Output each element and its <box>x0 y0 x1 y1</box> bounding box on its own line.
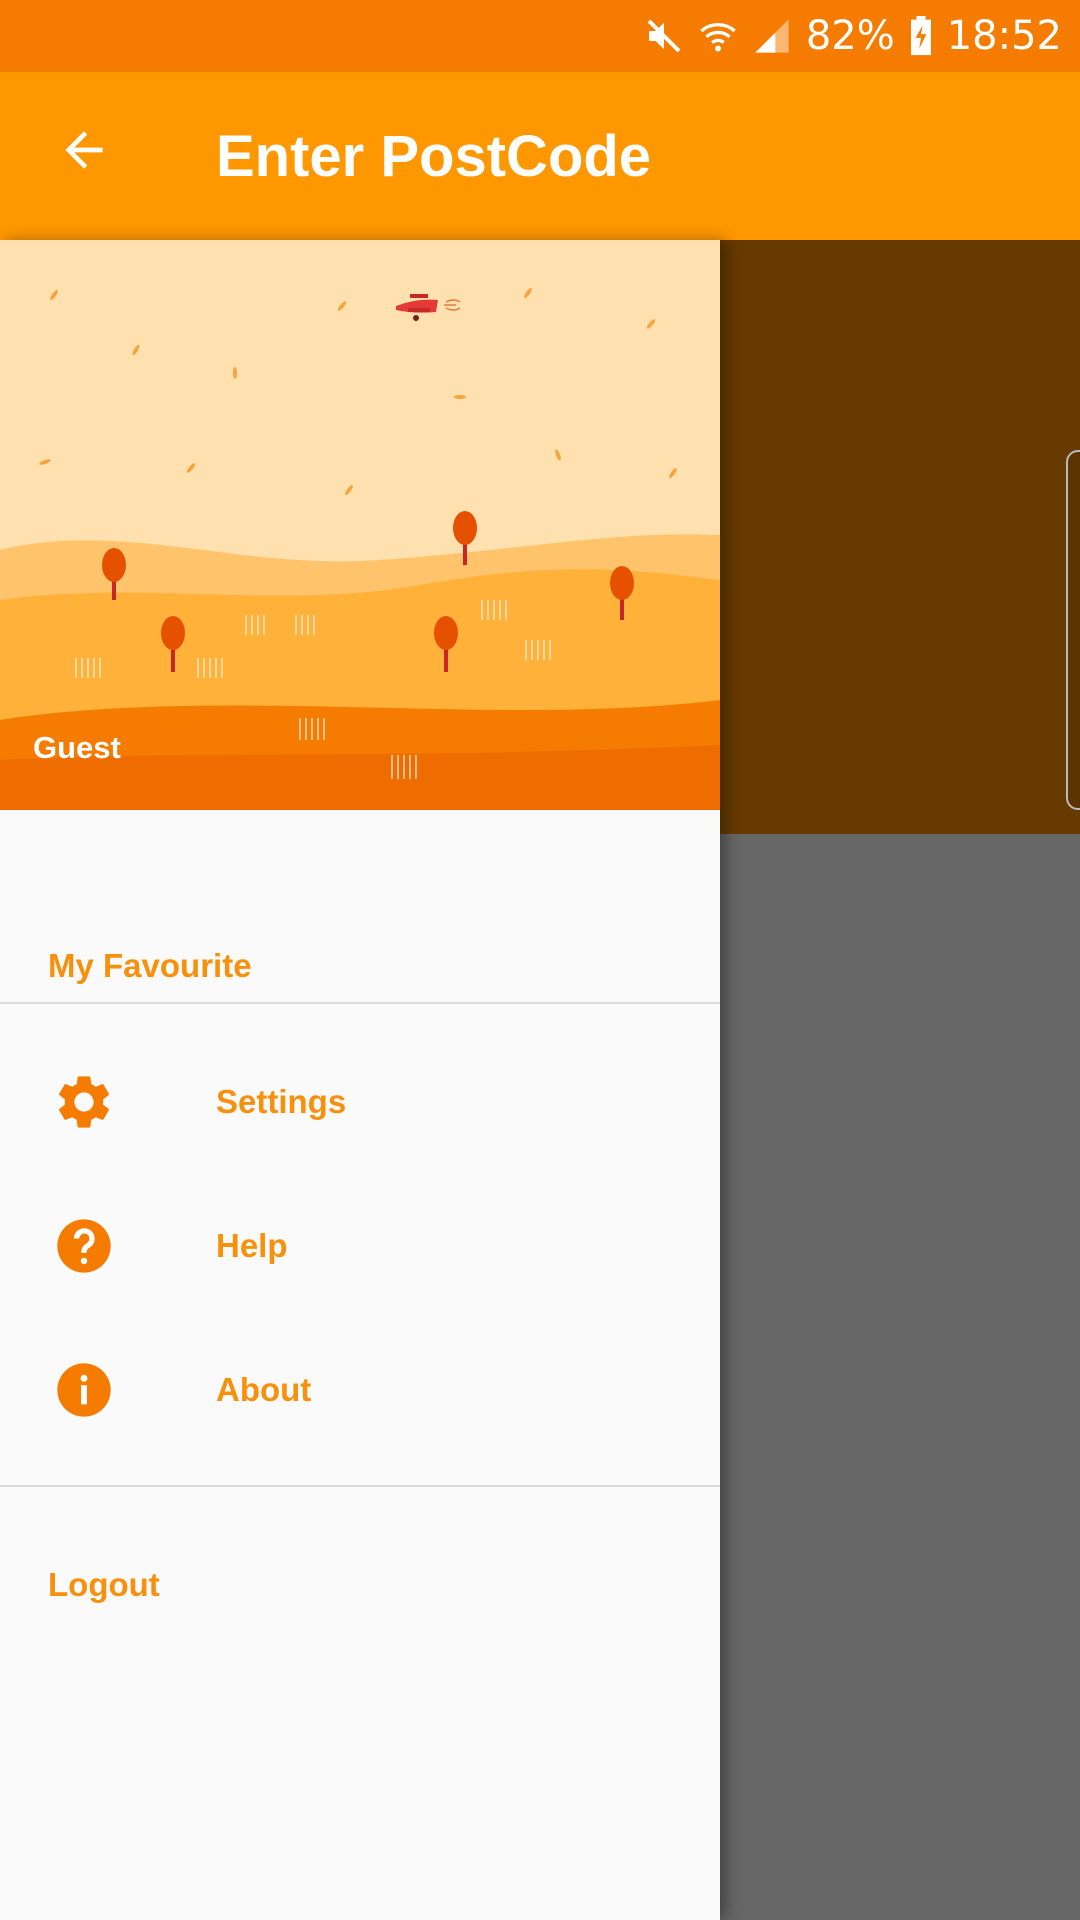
menu-item-about[interactable]: About <box>0 1330 720 1450</box>
wifi-icon <box>698 16 738 56</box>
autumn-landscape-illustration <box>0 240 720 810</box>
menu-item-label: Help <box>216 1227 288 1264</box>
menu-item-label: About <box>216 1371 312 1408</box>
status-bar: 82% 18:52 <box>0 0 1080 72</box>
battery-charging-icon <box>909 16 933 56</box>
menu-item-my-favourite[interactable]: My Favourite <box>0 906 720 1026</box>
help-icon <box>52 1214 116 1278</box>
edge-panel-handle[interactable] <box>1066 450 1080 810</box>
mute-icon <box>644 16 684 56</box>
menu-item-label: Logout <box>48 1566 160 1603</box>
divider <box>0 1002 720 1004</box>
status-icons: 82% 18:52 <box>644 0 1062 72</box>
menu-item-label: My Favourite <box>48 947 252 984</box>
page-title: Enter PostCode <box>216 124 652 189</box>
menu-item-settings[interactable]: Settings <box>0 1042 720 1162</box>
divider <box>0 1485 720 1487</box>
info-icon <box>52 1358 116 1422</box>
battery-percent: 82% <box>805 13 895 59</box>
scrim-top[interactable] <box>720 240 1080 834</box>
menu-item-logout[interactable]: Logout <box>0 1521 720 1641</box>
back-button[interactable] <box>44 112 124 192</box>
app-bar: Enter PostCode <box>0 72 1080 240</box>
navigation-drawer: Guest My Favourite Settings Help About L… <box>0 240 720 1920</box>
menu-item-label: Settings <box>216 1083 347 1120</box>
scrim-bottom[interactable] <box>720 834 1080 1920</box>
menu-item-help[interactable]: Help <box>0 1186 720 1306</box>
user-name: Guest <box>33 730 121 765</box>
signal-icon <box>752 16 792 56</box>
clock: 18:52 <box>946 13 1062 59</box>
arrow-back-icon <box>56 122 112 183</box>
drawer-header: Guest <box>0 240 720 810</box>
gear-icon <box>52 1070 116 1134</box>
